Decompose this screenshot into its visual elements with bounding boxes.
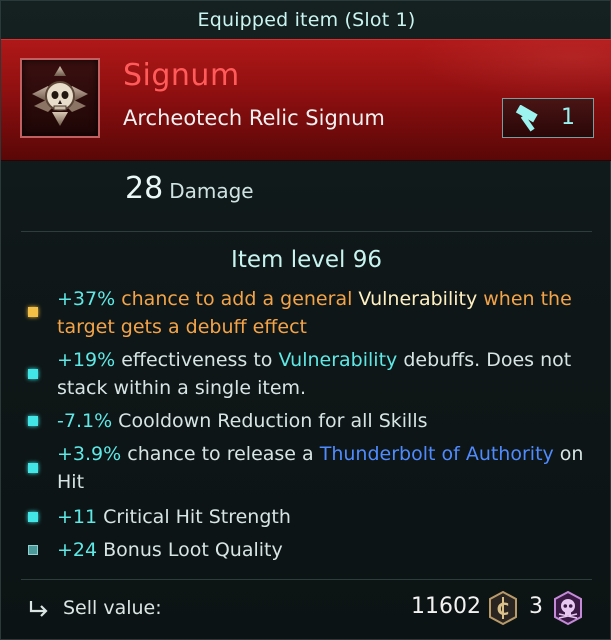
affix-text: chance to add a general [115,288,359,310]
sell-arrow-icon [29,601,48,617]
affix-bullet [28,512,38,522]
skull-eagle-signum-icon [32,66,88,126]
credit-coin-icon: C [489,590,517,626]
item-type: Archeotech Relic Signum [123,106,385,130]
item-name: Signum [123,58,240,93]
section-divider [21,231,592,232]
affix-line: -7.1% Cooldown Reduction for all Skills [57,407,597,435]
sell-label: Sell value: [63,597,162,619]
damage-value: 28 [125,171,164,206]
affix-keyword[interactable]: Vulnerability [358,288,477,310]
affix-line: +37% chance to add a general Vulnerabili… [57,285,597,341]
affix-text: Critical Hit Strength [97,506,291,528]
affix-value: +3.9% [57,443,122,465]
affix-keyword[interactable]: Thunderbolt of Authority [320,443,554,465]
affix-line: +3.9% chance to release a Thunderbolt of… [57,440,597,496]
affix-bullet [28,369,38,379]
affix-bullet [28,463,38,473]
affix-text: Bonus Loot Quality [97,539,283,561]
affix-bullet [28,545,38,555]
affix-line: +11 Critical Hit Strength [57,503,597,531]
affix-bullet [28,416,38,426]
sell-row: Sell value: 11602 C 3 [1,581,611,637]
section-divider [21,579,592,580]
damage-stat: 28 Damage [125,171,254,211]
tooltip-header-title: Equipped item (Slot 1) [197,9,416,31]
affix-text: chance to release a [121,443,320,465]
affix-line: +24 Bonus Loot Quality [57,536,597,564]
affix-text: effectiveness to [115,349,279,371]
item-icon-frame[interactable] [20,58,100,138]
item-level: Item level 96 [231,247,382,273]
affix-value: +11 [57,506,98,528]
item-tooltip: Equipped item (Slot 1) Signum Archeotech… [0,0,611,640]
affix-keyword[interactable]: Vulnerability [278,349,397,371]
item-tier-badge: 1 [502,98,594,138]
sell-credits-value: 11602 [411,594,481,619]
skull-currency-icon [554,590,582,626]
affix-text: Cooldown Reduction for all Skills [112,410,428,432]
affix-value: +24 [57,539,98,561]
sell-skulls-value: 3 [529,594,543,619]
affix-line: +19% effectiveness to Vulnerability debu… [57,346,597,402]
affix-value: +19% [57,349,116,371]
item-banner: Signum Archeotech Relic Signum 1 [1,39,611,161]
item-tier-value: 1 [561,105,575,130]
affix-value: +37% [57,288,116,310]
hammer-icon [515,105,538,132]
affix-value: -7.1% [57,410,113,432]
affix-bullet [28,307,38,317]
damage-label: Damage [169,179,254,203]
